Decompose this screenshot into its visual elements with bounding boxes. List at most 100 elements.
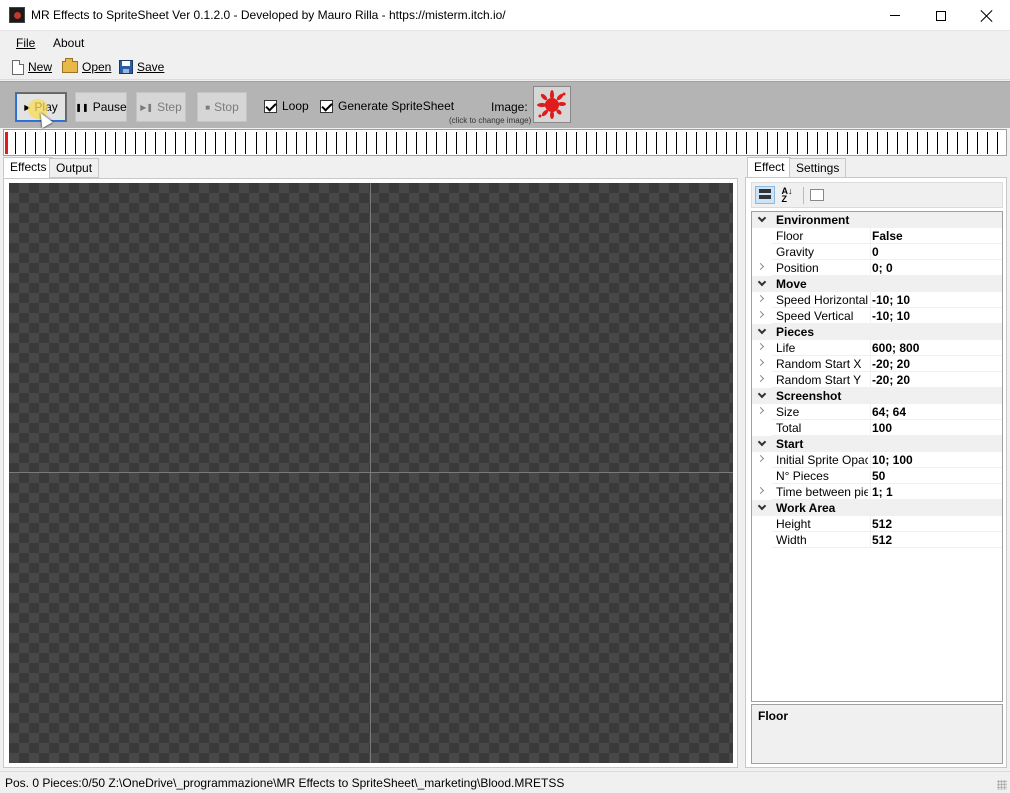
chevron-right-icon[interactable] — [756, 373, 768, 384]
chevron-down-icon[interactable] — [757, 501, 768, 512]
property-value[interactable]: 1; 1 — [872, 485, 893, 499]
property-category[interactable]: Work Area — [752, 500, 1002, 516]
property-row[interactable]: Random Start Y -20; 20 — [752, 372, 1002, 388]
menu-bar: File About — [0, 32, 1010, 54]
minimize-button[interactable] — [872, 0, 918, 31]
property-value[interactable]: False — [872, 229, 903, 243]
menu-file-label: File — [16, 36, 36, 50]
timeline-tick — [276, 132, 277, 154]
property-value[interactable]: 0 — [872, 245, 879, 259]
close-button[interactable] — [964, 0, 1010, 31]
pause-button[interactable]: ❚❚ Pause — [75, 92, 127, 122]
categorized-icon — [759, 189, 771, 201]
chevron-down-icon[interactable] — [757, 213, 768, 224]
categorized-button[interactable] — [755, 186, 775, 204]
property-row[interactable]: Initial Sprite Opacity 10; 100 — [752, 452, 1002, 468]
step-icon: ▶❚ — [140, 102, 154, 112]
property-row[interactable]: Time between piec 1; 1 — [752, 484, 1002, 500]
alphabetical-icon: A↓ Z — [781, 186, 793, 204]
tab-settings[interactable]: Settings — [789, 158, 847, 178]
chevron-right-icon[interactable] — [756, 357, 768, 368]
chevron-right-icon[interactable] — [756, 309, 768, 320]
step-button[interactable]: ▶❚ Step — [136, 92, 186, 122]
category-label: Screenshot — [776, 389, 842, 403]
property-value[interactable]: 600; 800 — [872, 341, 919, 355]
column-divider — [870, 516, 871, 532]
chevron-down-icon[interactable] — [757, 325, 768, 336]
property-row[interactable]: Random Start X -20; 20 — [752, 356, 1002, 372]
maximize-button[interactable] — [918, 0, 964, 31]
timeline-tick — [997, 132, 998, 154]
property-value[interactable]: 100 — [872, 421, 892, 435]
timeline-tick — [185, 132, 186, 154]
property-value[interactable]: 64; 64 — [872, 405, 906, 419]
property-row[interactable]: Position 0; 0 — [752, 260, 1002, 276]
timeline-tick — [245, 132, 246, 154]
timeline-tick — [787, 132, 788, 154]
stop-button[interactable]: ■ Stop — [197, 92, 247, 122]
property-name: Size — [776, 405, 800, 419]
chevron-down-icon[interactable] — [757, 437, 768, 448]
open-button[interactable]: Open — [62, 58, 111, 76]
property-row[interactable]: Width 512 — [752, 532, 1002, 548]
frame-timeline[interactable] — [3, 129, 1007, 156]
chevron-right-icon[interactable] — [756, 293, 768, 304]
property-row[interactable]: Gravity 0 — [752, 244, 1002, 260]
timeline-tick — [85, 132, 86, 154]
property-row[interactable]: N° Pieces 50 — [752, 468, 1002, 484]
property-category[interactable]: Environment — [752, 212, 1002, 228]
alphabetical-button[interactable]: A↓ Z — [777, 186, 797, 204]
new-button[interactable]: New — [12, 58, 52, 76]
generate-spritesheet-checkbox[interactable]: Generate SpriteSheet — [320, 99, 454, 113]
timeline-tick — [376, 132, 377, 154]
property-name: Speed Vertical — [776, 309, 854, 323]
property-row[interactable]: Height 512 — [752, 516, 1002, 532]
pause-label: Pause — [92, 100, 127, 114]
property-value[interactable]: 512 — [872, 533, 892, 547]
chevron-right-icon[interactable] — [756, 261, 768, 272]
menu-file[interactable]: File — [16, 36, 35, 50]
chevron-right-icon[interactable] — [756, 405, 768, 416]
property-value[interactable]: 50 — [872, 469, 885, 483]
chevron-right-icon[interactable] — [756, 485, 768, 496]
resize-grip-icon[interactable] — [997, 780, 1007, 790]
property-category[interactable]: Pieces — [752, 324, 1002, 340]
property-category[interactable]: Move — [752, 276, 1002, 292]
chevron-down-icon[interactable] — [757, 389, 768, 400]
property-pages-button[interactable] — [807, 186, 827, 204]
tab-effect[interactable]: Effect — [747, 157, 792, 178]
menu-about[interactable]: About — [53, 36, 84, 50]
property-value[interactable]: -20; 20 — [872, 357, 910, 371]
chevron-right-icon[interactable] — [756, 341, 768, 352]
property-row[interactable]: Speed Vertical -10; 10 — [752, 308, 1002, 324]
property-value[interactable]: 512 — [872, 517, 892, 531]
timeline-tick — [416, 132, 417, 154]
chevron-right-icon[interactable] — [756, 453, 768, 464]
save-button[interactable]: Save — [119, 58, 164, 76]
property-category[interactable]: Start — [752, 436, 1002, 452]
preview-canvas[interactable] — [9, 183, 733, 763]
timeline-tick — [797, 132, 798, 154]
new-label: New — [28, 60, 53, 74]
timeline-tick — [266, 132, 267, 154]
property-value[interactable]: 0; 0 — [872, 261, 893, 275]
timeline-tick — [446, 132, 447, 154]
property-value[interactable]: 10; 100 — [872, 453, 913, 467]
property-value[interactable]: -10; 10 — [872, 309, 910, 323]
property-category[interactable]: Screenshot — [752, 388, 1002, 404]
sprite-image-button[interactable] — [533, 86, 571, 123]
category-label: Environment — [776, 213, 850, 227]
property-value[interactable]: -10; 10 — [872, 293, 910, 307]
property-row[interactable]: Speed Horizontal -10; 10 — [752, 292, 1002, 308]
tab-effects[interactable]: Effects — [3, 157, 54, 178]
chevron-down-icon[interactable] — [757, 277, 768, 288]
loop-checkbox[interactable]: Loop — [264, 99, 309, 113]
property-row[interactable]: Life 600; 800 — [752, 340, 1002, 356]
timeline-tick — [807, 132, 808, 154]
pause-icon: ❚❚ — [75, 102, 89, 112]
property-value[interactable]: -20; 20 — [872, 373, 910, 387]
tab-output[interactable]: Output — [49, 158, 100, 178]
property-row[interactable]: Size 64; 64 — [752, 404, 1002, 420]
property-row[interactable]: Floor False — [752, 228, 1002, 244]
property-row[interactable]: Total 100 — [752, 420, 1002, 436]
